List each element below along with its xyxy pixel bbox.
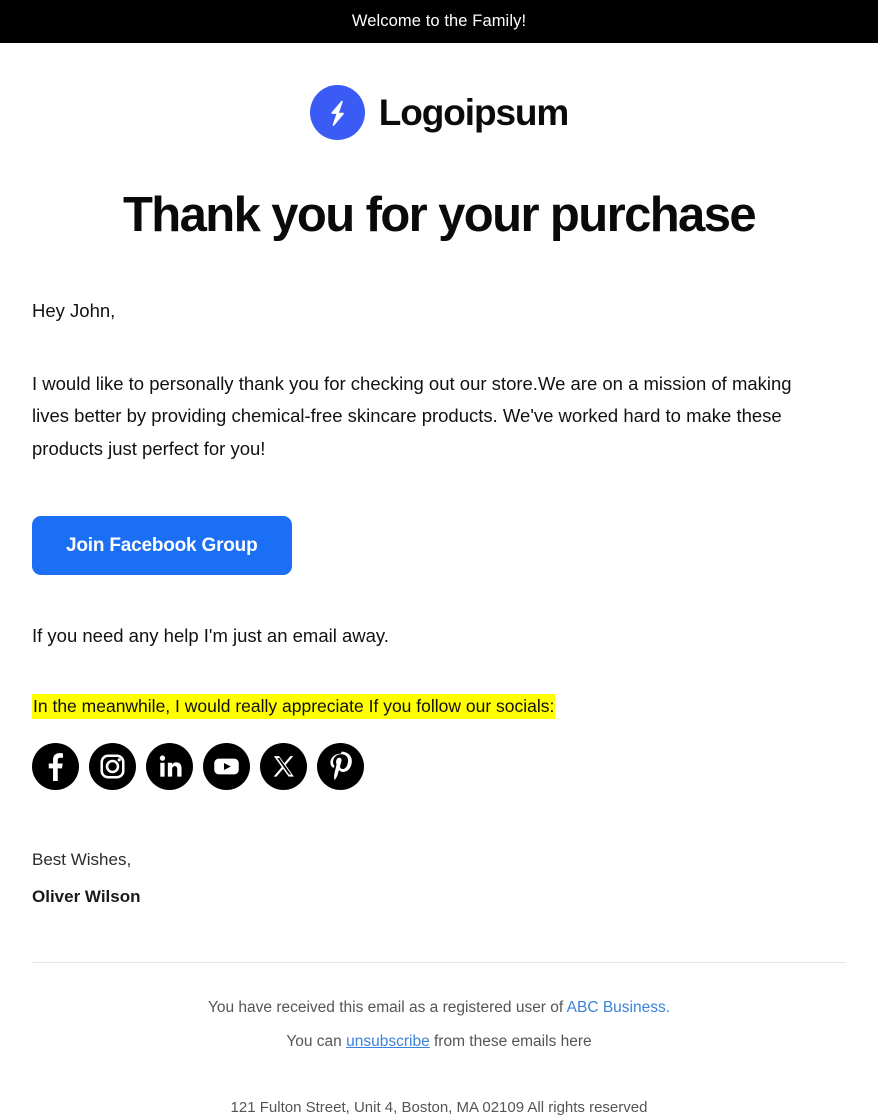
brand-logo[interactable]: Logoipsum bbox=[0, 85, 878, 140]
footer-registered-user-line: You have received this email as a regist… bbox=[32, 991, 846, 1024]
footer-line2-prefix: You can bbox=[286, 1032, 347, 1050]
footer-line1-prefix: You have received this email as a regist… bbox=[207, 999, 567, 1017]
facebook-icon[interactable] bbox=[32, 742, 79, 790]
email-footer: You have received this email as a regist… bbox=[32, 991, 846, 1120]
social-links bbox=[32, 742, 846, 790]
cta-container: Join Facebook Group bbox=[32, 516, 846, 576]
help-text: If you need any help I'm just an email a… bbox=[32, 625, 389, 647]
footer-line2-suffix: from these emails here bbox=[429, 1032, 592, 1050]
pinterest-icon[interactable] bbox=[317, 742, 364, 790]
lightning-bolt-icon bbox=[309, 85, 365, 140]
highlighted-note: In the meanwhile, I would really appreci… bbox=[32, 694, 846, 719]
greeting-text: Hey John, bbox=[32, 299, 116, 321]
instagram-icon[interactable] bbox=[89, 742, 136, 790]
email-content: Thank you for your purchase Hey John, I … bbox=[32, 188, 846, 1120]
footer-unsubscribe-line: You can unsubscribe from these emails he… bbox=[32, 1025, 846, 1058]
join-facebook-group-button[interactable]: Join Facebook Group bbox=[32, 516, 292, 576]
preheader-bar: Welcome to the Family! bbox=[0, 0, 878, 43]
abc-business-link[interactable]: ABC Business. bbox=[567, 999, 670, 1016]
signature-name: Oliver Wilson bbox=[32, 886, 141, 906]
highlighted-note-text: In the meanwhile, I would really appreci… bbox=[32, 694, 556, 719]
preheader-text: Welcome to the Family! bbox=[351, 12, 527, 30]
footer-address: 121 Fulton Street, Unit 4, Boston, MA 02… bbox=[230, 1098, 648, 1116]
linkedin-icon[interactable] bbox=[146, 742, 193, 790]
unsubscribe-link[interactable]: unsubscribe bbox=[346, 1033, 430, 1050]
brand-name: Logoipsum bbox=[378, 92, 570, 133]
x-twitter-icon[interactable] bbox=[260, 742, 307, 790]
page-title: Thank you for your purchase bbox=[122, 188, 757, 242]
footer-divider bbox=[32, 962, 846, 964]
body-paragraph: I would like to personally thank you for… bbox=[32, 372, 792, 460]
youtube-icon[interactable] bbox=[203, 742, 250, 790]
signature-closing: Best Wishes, bbox=[32, 849, 132, 869]
